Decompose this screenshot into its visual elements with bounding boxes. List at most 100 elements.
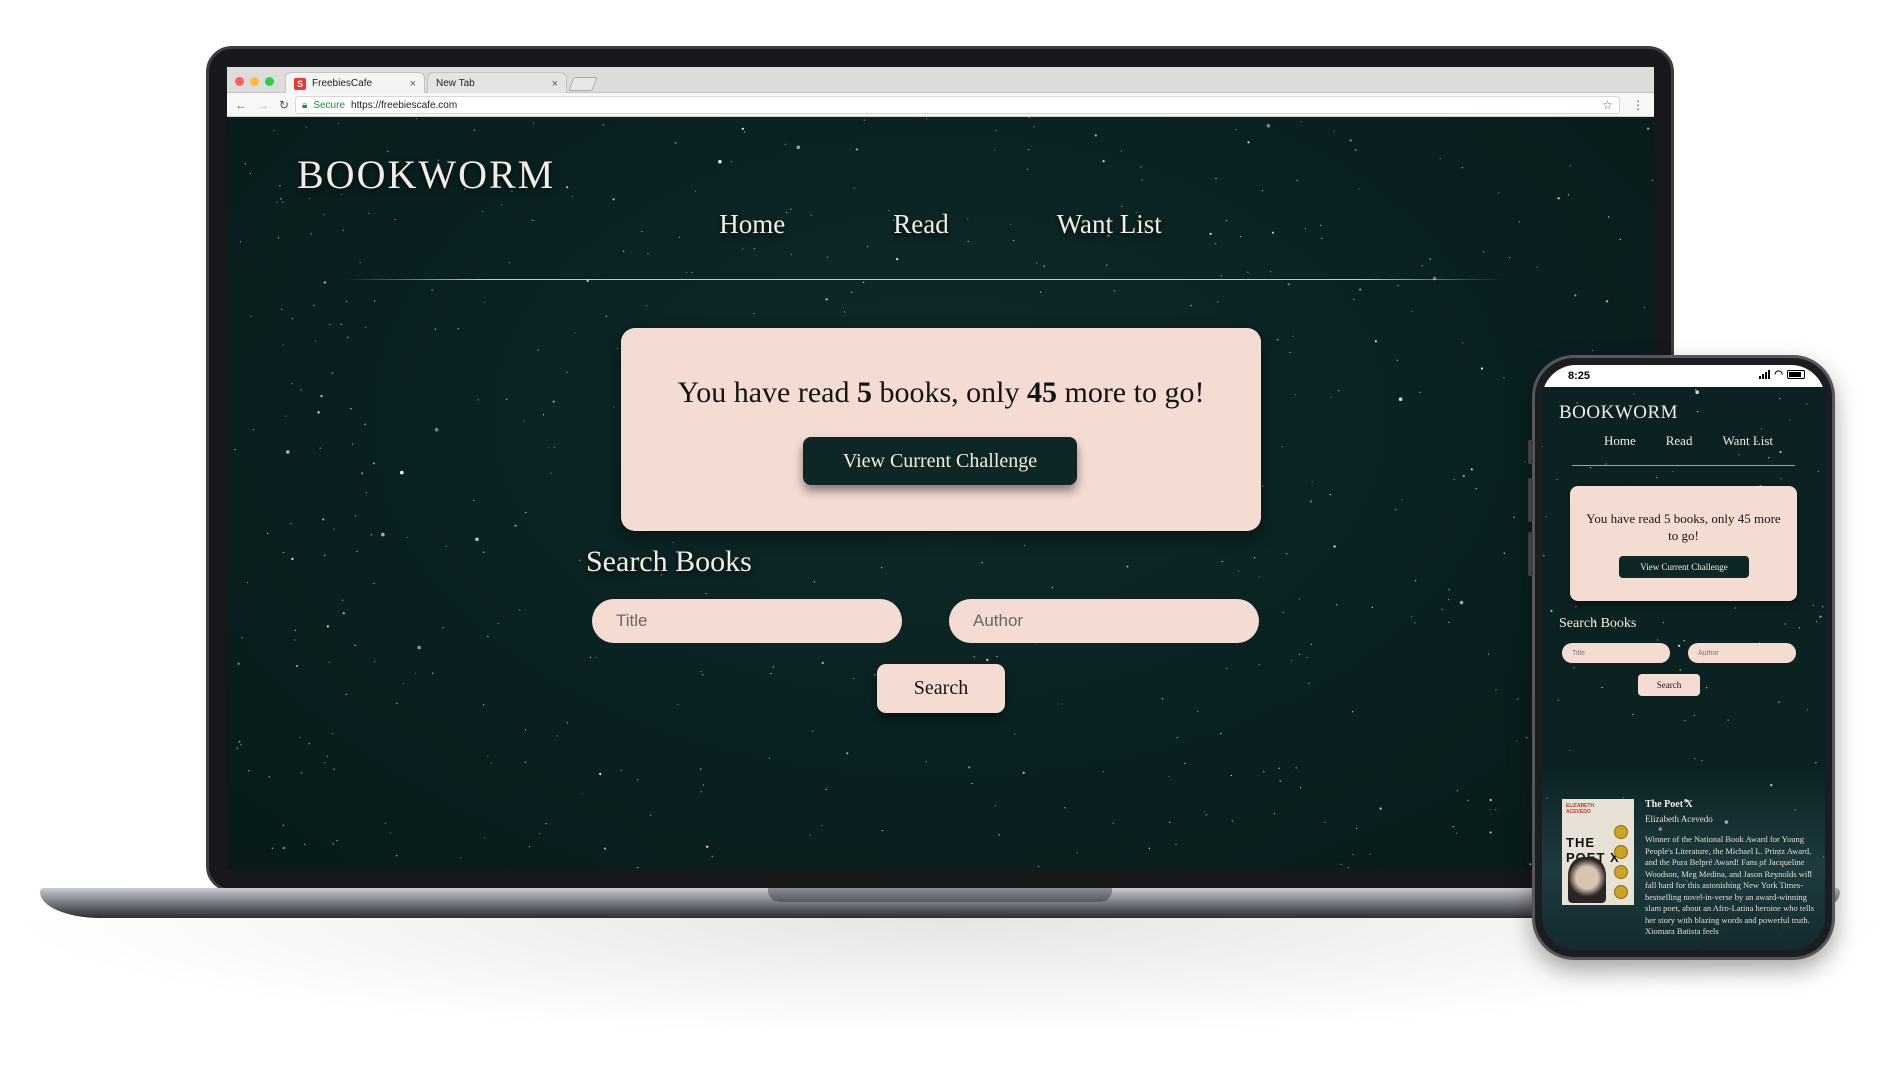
bookmark-star-icon[interactable]: ☆ [1602, 98, 1613, 112]
star [279, 185, 281, 187]
star [995, 130, 997, 132]
star [355, 515, 357, 517]
url-text[interactable]: https://freebiescafe.com [351, 100, 457, 111]
mobile-challenge-card: You have read 5 books, only 45 more to g… [1570, 486, 1797, 601]
nav-want-list[interactable]: Want List [1057, 209, 1162, 240]
reload-icon[interactable]: ↻ [279, 98, 289, 112]
star [855, 148, 858, 151]
star [1453, 478, 1455, 480]
star [1495, 689, 1497, 691]
star [524, 729, 527, 731]
star [1036, 262, 1038, 264]
star [1026, 168, 1029, 170]
star [973, 656, 975, 658]
star [1374, 340, 1377, 343]
star [314, 340, 317, 342]
close-window-icon[interactable] [235, 77, 244, 86]
star [1352, 853, 1354, 856]
mobile-site-logo[interactable]: BOOKWORM [1559, 402, 1678, 424]
close-tab-icon[interactable]: × [410, 78, 416, 90]
star [432, 672, 434, 674]
search-button[interactable]: Search [877, 664, 1005, 713]
star [1452, 826, 1454, 828]
site-logo[interactable]: BOOKWORM [297, 151, 555, 198]
star [234, 449, 236, 451]
phone-volume-up [1528, 478, 1533, 522]
star [473, 129, 475, 131]
star [1760, 428, 1762, 430]
new-tab-button[interactable] [568, 77, 598, 91]
book-title[interactable]: The Poet X [1645, 799, 1693, 810]
book-result-item[interactable]: ELIZABETH ACEVEDO THE POET X The Poet X … [1562, 799, 1820, 949]
star [389, 832, 392, 834]
star [742, 248, 744, 250]
title-search-input[interactable] [592, 599, 902, 643]
star [1817, 470, 1820, 472]
back-arrow-icon[interactable]: ← [235, 98, 247, 112]
mobile-nav-read[interactable]: Read [1666, 433, 1693, 449]
mobile-nav-home[interactable]: Home [1604, 433, 1636, 449]
star [473, 499, 475, 502]
star [1448, 589, 1450, 591]
browser-tab-new-tab[interactable]: New Tab × [427, 72, 567, 94]
mobile-author-search-input[interactable] [1688, 643, 1796, 663]
star [1106, 264, 1108, 266]
star [308, 743, 310, 745]
star [1022, 771, 1025, 774]
star [1184, 762, 1186, 765]
star [1480, 367, 1483, 370]
star [1294, 394, 1296, 396]
star [1220, 275, 1222, 277]
star [501, 204, 503, 206]
star [1220, 732, 1222, 735]
star [971, 782, 973, 785]
view-current-challenge-button[interactable]: View Current Challenge [803, 437, 1077, 485]
author-search-input[interactable] [949, 599, 1259, 643]
star [317, 411, 320, 414]
maximize-window-icon[interactable] [265, 77, 274, 86]
star [336, 839, 338, 842]
star [338, 122, 340, 124]
star [415, 117, 417, 120]
challenge-card: You have read 5 books, only 45 more to g… [621, 328, 1261, 531]
star [351, 443, 354, 445]
mobile-search-button[interactable]: Search [1638, 674, 1700, 696]
star [1394, 509, 1397, 511]
star [579, 559, 581, 561]
star [691, 271, 693, 274]
star [1695, 389, 1697, 391]
browser-menu-icon[interactable]: ⋮ [1632, 98, 1644, 112]
star [1822, 606, 1824, 608]
forward-arrow-icon[interactable]: → [257, 98, 269, 112]
mobile-search-books-heading: Search Books [1559, 616, 1637, 631]
book-cover-image[interactable]: ELIZABETH ACEVEDO THE POET X [1562, 799, 1634, 905]
nav-read[interactable]: Read [893, 209, 948, 240]
mobile-nav-want-list[interactable]: Want List [1722, 433, 1773, 449]
address-bar[interactable]: 🔒︎ Secure https://freebiescafe.com ☆ [295, 96, 1620, 114]
phone-volume-down [1528, 532, 1533, 576]
star [1353, 298, 1355, 300]
star [1217, 301, 1219, 303]
browser-tab-freebiescafe[interactable]: S FreebiesCafe × [285, 72, 425, 94]
close-tab-icon[interactable]: × [552, 78, 558, 90]
star [1261, 190, 1263, 192]
nav-home[interactable]: Home [719, 209, 785, 240]
mobile-view-current-challenge-button[interactable]: View Current Challenge [1619, 556, 1749, 578]
star [853, 187, 855, 189]
mobile-title-search-input[interactable] [1562, 643, 1670, 663]
star [1043, 265, 1045, 267]
star [280, 198, 282, 200]
minimize-window-icon[interactable] [250, 77, 259, 86]
star [1421, 265, 1423, 267]
star [345, 300, 347, 303]
star [1574, 294, 1577, 297]
star [620, 769, 622, 772]
star [586, 279, 589, 282]
star [1258, 664, 1260, 666]
star [996, 655, 998, 658]
book-description: Winner of the National Book Award for Yo… [1645, 834, 1815, 936]
star [821, 661, 824, 665]
star [1678, 644, 1681, 647]
star [1470, 468, 1473, 471]
tab-label: New Tab [436, 78, 475, 89]
